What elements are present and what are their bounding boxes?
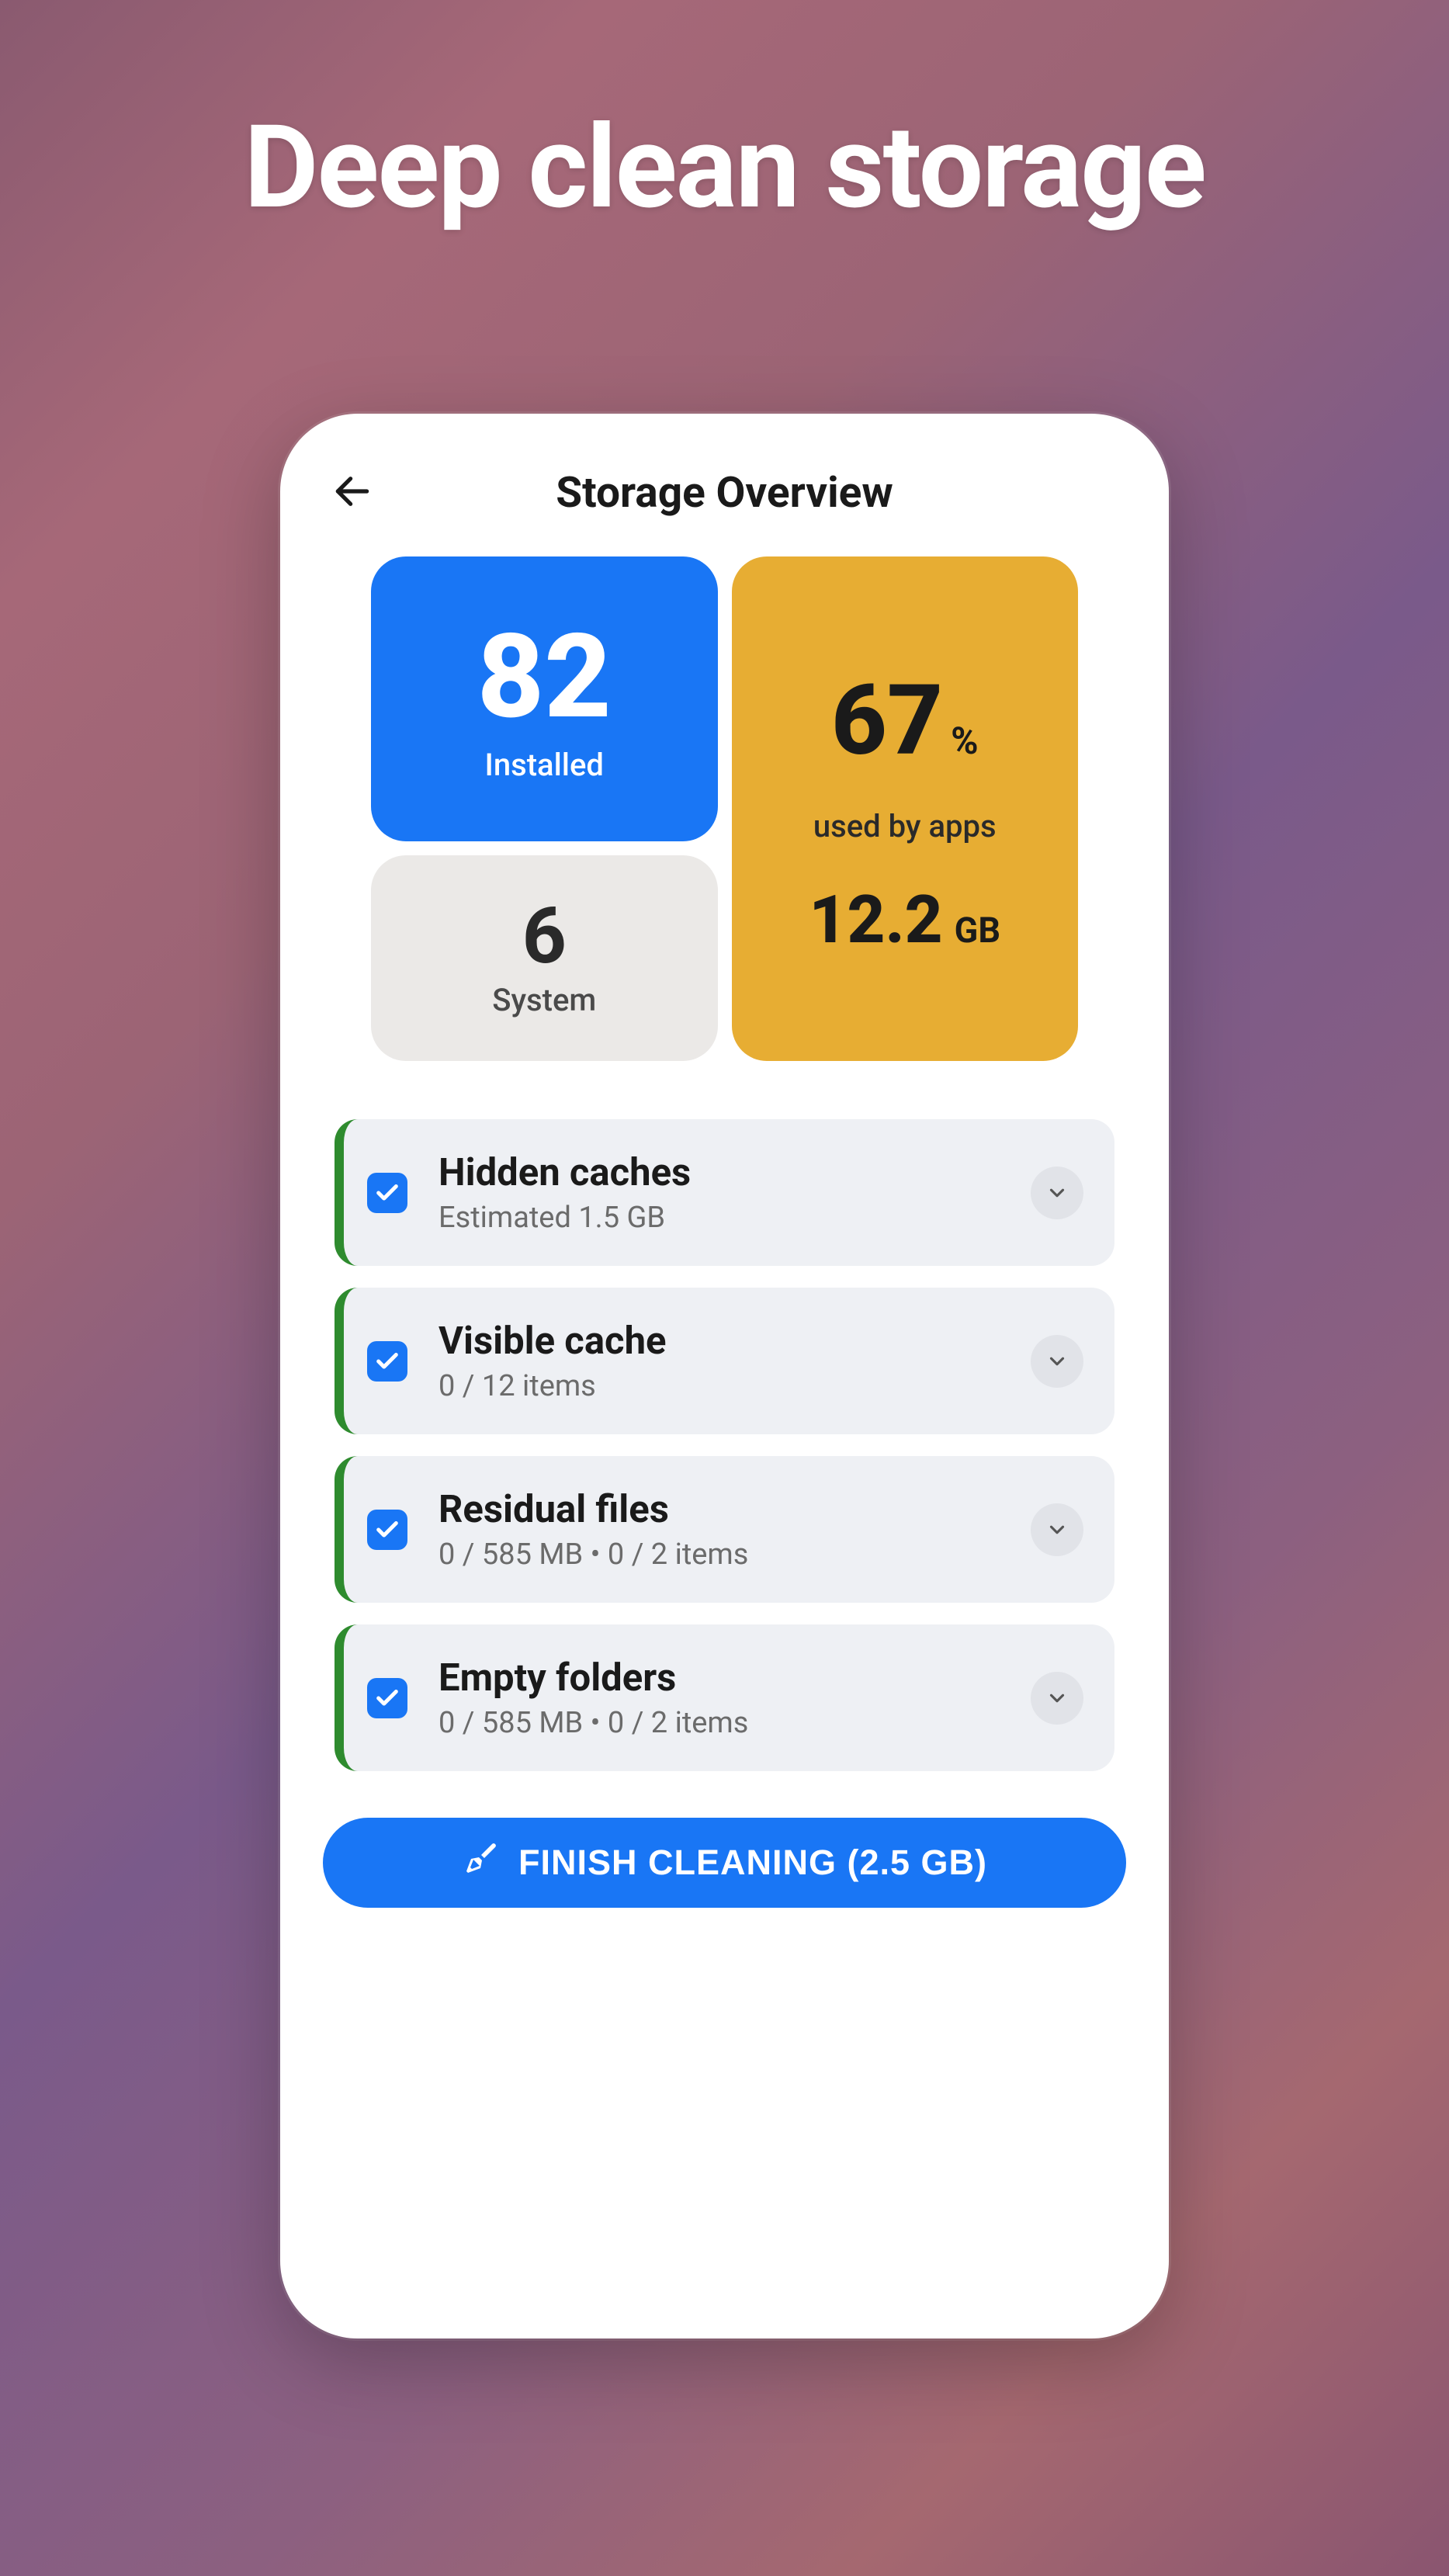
clean-item-residual-files[interactable]: Residual files 0 / 585 MB • 0 / 2 items	[335, 1456, 1114, 1603]
finish-cleaning-button[interactable]: FINISH CLEANING (2.5 GB)	[323, 1818, 1126, 1908]
chevron-down-icon[interactable]	[1031, 1503, 1083, 1556]
stats-grid: 82 Installed 6 System 67 % used by apps …	[323, 556, 1126, 1061]
usage-size: 12.2	[809, 887, 942, 953]
back-icon[interactable]	[331, 470, 374, 516]
stat-card-system[interactable]: 6 System	[371, 855, 718, 1061]
chevron-down-icon[interactable]	[1031, 1335, 1083, 1388]
percent-symbol: %	[951, 719, 978, 763]
item-title: Visible cache	[439, 1319, 1000, 1363]
item-subtitle: 0 / 12 items	[439, 1369, 1000, 1403]
clean-item-empty-folders[interactable]: Empty folders 0 / 585 MB • 0 / 2 items	[335, 1624, 1114, 1771]
hero-title: Deep clean storage	[244, 101, 1205, 235]
screen-title: Storage Overview	[331, 468, 1118, 518]
item-title: Empty folders	[439, 1656, 1000, 1700]
installed-label: Installed	[485, 747, 604, 783]
chevron-down-icon[interactable]	[1031, 1167, 1083, 1219]
item-title: Residual files	[439, 1487, 1000, 1531]
installed-count: 82	[477, 619, 612, 735]
item-title: Hidden caches	[439, 1150, 1000, 1194]
app-header: Storage Overview	[323, 468, 1126, 556]
checkbox[interactable]	[367, 1678, 407, 1718]
chevron-down-icon[interactable]	[1031, 1672, 1083, 1725]
stat-card-usage[interactable]: 67 % used by apps 12.2 GB	[732, 556, 1079, 1061]
usage-size-unit: GB	[955, 910, 1000, 951]
item-subtitle: 0 / 585 MB • 0 / 2 items	[439, 1706, 1000, 1740]
system-count: 6	[522, 898, 567, 976]
stat-card-installed[interactable]: 82 Installed	[371, 556, 718, 841]
system-label: System	[492, 982, 596, 1018]
item-subtitle: 0 / 585 MB • 0 / 2 items	[439, 1538, 1000, 1572]
clean-item-hidden-caches[interactable]: Hidden caches Estimated 1.5 GB	[335, 1119, 1114, 1266]
usage-label: used by apps	[813, 808, 997, 844]
clean-items-list: Hidden caches Estimated 1.5 GB Visible c…	[323, 1119, 1126, 1771]
item-subtitle: Estimated 1.5 GB	[439, 1201, 1000, 1235]
finish-button-label: FINISH CLEANING (2.5 GB)	[518, 1843, 987, 1883]
checkbox[interactable]	[367, 1173, 407, 1213]
broom-icon	[462, 1840, 499, 1886]
phone-frame: Storage Overview 82 Installed 6 System 6…	[280, 414, 1169, 2339]
checkbox[interactable]	[367, 1510, 407, 1550]
checkbox[interactable]	[367, 1341, 407, 1382]
clean-item-visible-cache[interactable]: Visible cache 0 / 12 items	[335, 1288, 1114, 1434]
usage-percent: 67	[831, 672, 943, 769]
